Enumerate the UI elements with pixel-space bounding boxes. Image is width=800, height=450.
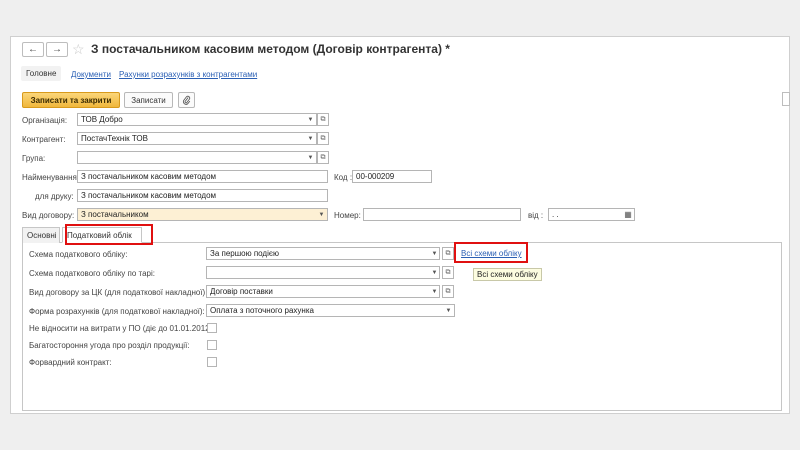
chevron-down-icon[interactable]: ▼ xyxy=(305,132,316,145)
open-contract-kind-button[interactable]: ⧉ xyxy=(442,285,454,298)
chevron-down-icon[interactable]: ▼ xyxy=(429,247,440,260)
counterparty-field[interactable]: ПостачТехнік ТОВ xyxy=(77,132,317,145)
number-field[interactable] xyxy=(363,208,521,221)
name-label: Найменування: xyxy=(22,173,80,182)
all-schemes-tooltip: Всі схеми обліку xyxy=(473,268,542,281)
contract-kind-label: Вид договору за ЦК (для податкової накла… xyxy=(29,288,208,297)
save-button[interactable]: Записати xyxy=(124,92,173,108)
highlight-box-link xyxy=(454,242,528,263)
back-button[interactable]: ← xyxy=(22,42,44,57)
open-window-icon: ⧉ xyxy=(320,115,326,123)
arrow-right-icon: → xyxy=(52,44,62,55)
save-and-close-button[interactable]: Записати та закрити xyxy=(22,92,120,108)
open-organization-button[interactable]: ⧉ xyxy=(317,113,329,126)
multilateral-checkbox[interactable] xyxy=(207,340,217,350)
organization-field[interactable]: ТОВ Добро xyxy=(77,113,317,126)
side-panel-toggle[interactable] xyxy=(782,92,790,106)
counterparty-label: Контрагент: xyxy=(22,135,66,144)
open-window-icon: ⧉ xyxy=(320,134,326,142)
open-window-icon: ⧉ xyxy=(445,287,451,295)
tax-scheme-tare-field[interactable] xyxy=(206,266,440,279)
forward-label: Форвардний контракт: xyxy=(29,358,112,367)
chevron-down-icon[interactable]: ▼ xyxy=(429,285,440,298)
chevron-down-icon[interactable]: ▼ xyxy=(305,151,316,164)
star-icon[interactable]: ☆ xyxy=(72,41,85,58)
name-field[interactable]: З постачальником касовим методом xyxy=(77,170,328,183)
attach-button[interactable] xyxy=(178,92,195,108)
print-name-field[interactable]: З постачальником касовим методом xyxy=(77,189,328,202)
highlight-box-tab xyxy=(65,224,153,245)
calendar-icon[interactable]: ▦ xyxy=(622,208,634,221)
tax-scheme-field[interactable]: За першою подією xyxy=(206,247,440,260)
document-window: ← → ☆ З постачальником касовим методом (… xyxy=(10,36,790,414)
paperclip-icon xyxy=(183,95,191,105)
organization-label: Організація: xyxy=(22,116,68,125)
group-field[interactable] xyxy=(77,151,317,164)
code-label: Код : xyxy=(334,173,353,182)
open-window-icon: ⧉ xyxy=(320,153,326,161)
contract-type-field[interactable]: З постачальником xyxy=(77,208,328,221)
tab-documents[interactable]: Документи xyxy=(71,70,111,79)
tab-main[interactable]: Головне xyxy=(21,66,62,81)
open-tax-scheme-tare-button[interactable]: ⧉ xyxy=(442,266,454,279)
open-tax-scheme-button[interactable]: ⧉ xyxy=(442,247,454,260)
chevron-down-icon[interactable]: ▼ xyxy=(305,113,316,126)
tab-settlement-accounts[interactable]: Рахунки розрахунків з контрагентами xyxy=(119,70,257,79)
arrow-left-icon: ← xyxy=(28,44,38,55)
chevron-down-icon[interactable]: ▼ xyxy=(316,208,327,221)
tax-scheme-label: Схема податкового обліку: xyxy=(29,250,128,259)
tax-scheme-tare-label: Схема податкового обліку по тарі: xyxy=(29,269,155,278)
forward-button[interactable]: → xyxy=(46,42,68,57)
group-label: Група: xyxy=(22,154,46,163)
forward-checkbox[interactable] xyxy=(207,357,217,367)
open-window-icon: ⧉ xyxy=(445,249,451,257)
page-title: З постачальником касовим методом (Догові… xyxy=(91,42,450,56)
no-expense-checkbox[interactable] xyxy=(207,323,217,333)
contract-kind-field[interactable]: Договір поставки xyxy=(206,285,440,298)
no-expense-label: Не відносити на витрати у ПО (діє до 01.… xyxy=(29,324,215,333)
contract-type-label: Вид договору: xyxy=(22,211,75,220)
number-label: Номер: xyxy=(334,211,361,220)
chevron-down-icon[interactable]: ▼ xyxy=(429,266,440,279)
chevron-down-icon[interactable]: ▼ xyxy=(443,304,454,317)
date-label: від : xyxy=(528,211,544,220)
payment-form-field[interactable]: Оплата з поточного рахунка xyxy=(206,304,455,317)
open-window-icon: ⧉ xyxy=(445,268,451,276)
print-name-label: для друку: xyxy=(35,192,74,201)
open-counterparty-button[interactable]: ⧉ xyxy=(317,132,329,145)
open-group-button[interactable]: ⧉ xyxy=(317,151,329,164)
multilateral-label: Багатостороння угода про розділ продукці… xyxy=(29,341,190,350)
code-field[interactable]: 00-000209 xyxy=(352,170,432,183)
payment-form-label: Форма розрахунків (для податкової наклад… xyxy=(29,307,205,316)
subtab-basic[interactable]: Основні xyxy=(22,227,60,243)
